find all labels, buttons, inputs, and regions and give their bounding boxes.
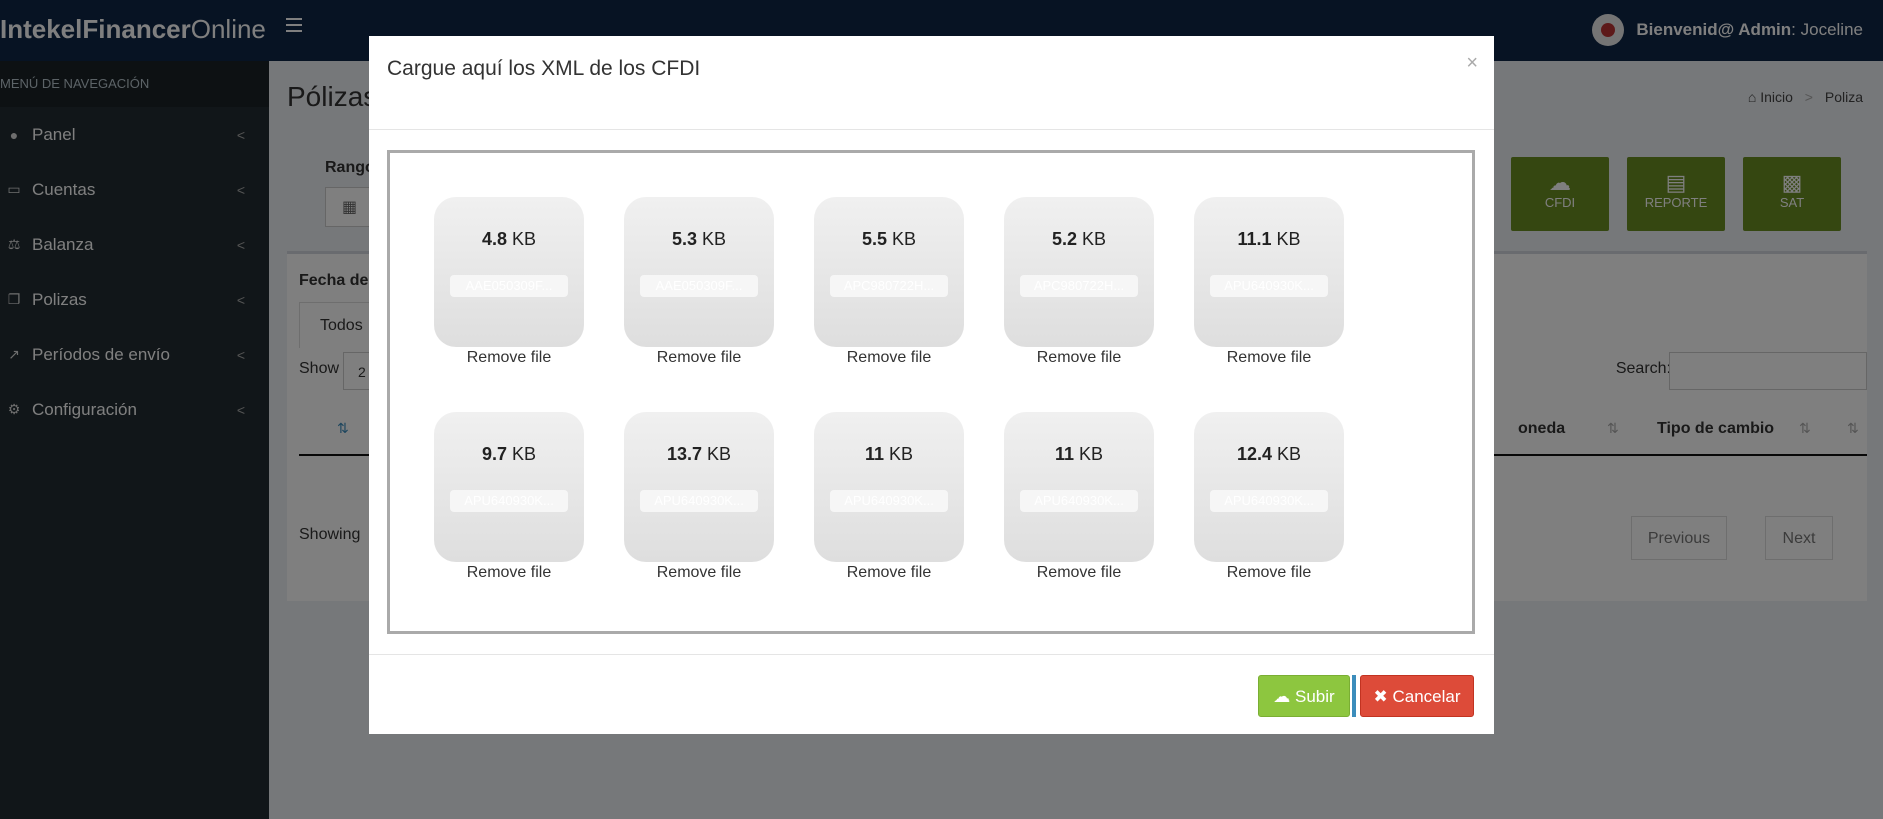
file-name: AAE050309F... <box>450 275 568 297</box>
file-size-unit: KB <box>1079 444 1104 464</box>
file-thumbnail: 4.8 KB AAE050309F... <box>434 197 584 347</box>
file-size: 11.1 <box>1237 229 1272 249</box>
file-name: APU640930K... <box>1210 275 1328 297</box>
remove-file-link[interactable]: Remove file <box>1004 349 1154 367</box>
file-size: 13.7 <box>666 444 702 464</box>
remove-file-link[interactable]: Remove file <box>814 349 964 367</box>
remove-file-link[interactable]: Remove file <box>434 349 584 367</box>
file-thumbnail: 13.7 KB APU640930K... <box>624 412 774 562</box>
remove-file-link[interactable]: Remove file <box>1004 564 1154 582</box>
file-size-unit: KB <box>702 229 727 249</box>
file-size: 12.4 <box>1236 444 1272 464</box>
cancel-button[interactable]: ✖ Cancelar <box>1360 675 1474 717</box>
upload-modal: Cargue aquí los XML de los CFDI × 4.8 KB… <box>369 36 1494 734</box>
cancel-button-label: Cancelar <box>1392 687 1461 706</box>
close-icon: ✖ <box>1373 687 1388 706</box>
file-thumbnail: 11.1 KB APU640930K... <box>1194 197 1344 347</box>
dropzone[interactable]: 4.8 KB AAE050309F... Remove file 5.3 KB … <box>387 150 1475 634</box>
file-size-unit: KB <box>1277 444 1302 464</box>
file-size: 9.7 <box>481 444 507 464</box>
file-name: APU640930K... <box>1020 490 1138 512</box>
remove-file-link[interactable]: Remove file <box>624 564 774 582</box>
file-size-unit: KB <box>512 444 537 464</box>
file-thumbnail: 5.2 KB APC980722H... <box>1004 197 1154 347</box>
file-name: APU640930K... <box>450 490 568 512</box>
file-size: 11 <box>1054 444 1074 464</box>
file-preview: 11 KB APU640930K... Remove file <box>1004 412 1154 582</box>
remove-file-link[interactable]: Remove file <box>814 564 964 582</box>
modal-footer: ☁ Subir ✖ Cancelar <box>369 654 1494 734</box>
remove-file-link[interactable]: Remove file <box>434 564 584 582</box>
file-preview: 12.4 KB APU640930K... Remove file <box>1194 412 1344 582</box>
close-icon[interactable]: × <box>1466 52 1478 75</box>
file-preview: 5.5 KB APC980722H... Remove file <box>814 197 964 367</box>
file-thumbnail: 12.4 KB APU640930K... <box>1194 412 1344 562</box>
modal-title: Cargue aquí los XML de los CFDI <box>387 57 701 80</box>
file-preview: 9.7 KB APU640930K... Remove file <box>434 412 584 582</box>
file-name: APC980722H... <box>1020 275 1138 297</box>
file-thumbnail: 5.5 KB APC980722H... <box>814 197 964 347</box>
cloud-upload-icon: ☁ <box>1273 687 1291 706</box>
file-preview: 5.2 KB APC980722H... Remove file <box>1004 197 1154 367</box>
file-size-unit: KB <box>1276 229 1301 249</box>
file-preview: 4.8 KB AAE050309F... Remove file <box>434 197 584 367</box>
file-size-unit: KB <box>512 229 537 249</box>
file-size: 5.2 <box>1051 229 1077 249</box>
remove-file-link[interactable]: Remove file <box>624 349 774 367</box>
file-size-unit: KB <box>1082 229 1107 249</box>
modal-header: Cargue aquí los XML de los CFDI × <box>369 36 1494 130</box>
file-size: 5.3 <box>671 229 697 249</box>
upload-button-label: Subir <box>1295 687 1335 706</box>
button-divider <box>1352 675 1356 717</box>
file-preview: 13.7 KB APU640930K... Remove file <box>624 412 774 582</box>
file-size-unit: KB <box>892 229 917 249</box>
file-thumbnail: 11 KB APU640930K... <box>814 412 964 562</box>
file-preview: 11 KB APU640930K... Remove file <box>814 412 964 582</box>
file-name: APC980722H... <box>830 275 948 297</box>
file-size: 11 <box>864 444 884 464</box>
upload-button[interactable]: ☁ Subir <box>1258 675 1350 717</box>
file-size: 5.5 <box>861 229 887 249</box>
file-size-unit: KB <box>889 444 914 464</box>
file-thumbnail: 5.3 KB AAE050309F... <box>624 197 774 347</box>
remove-file-link[interactable]: Remove file <box>1194 564 1344 582</box>
file-preview: 5.3 KB AAE050309F... Remove file <box>624 197 774 367</box>
file-name: AAE050309F... <box>640 275 758 297</box>
file-name: APU640930K... <box>830 490 948 512</box>
file-thumbnail: 9.7 KB APU640930K... <box>434 412 584 562</box>
file-name: APU640930K... <box>1210 490 1328 512</box>
file-preview: 11.1 KB APU640930K... Remove file <box>1194 197 1344 367</box>
file-name: APU640930K... <box>640 490 758 512</box>
remove-file-link[interactable]: Remove file <box>1194 349 1344 367</box>
file-size: 4.8 <box>481 229 507 249</box>
file-thumbnail: 11 KB APU640930K... <box>1004 412 1154 562</box>
file-size-unit: KB <box>707 444 732 464</box>
